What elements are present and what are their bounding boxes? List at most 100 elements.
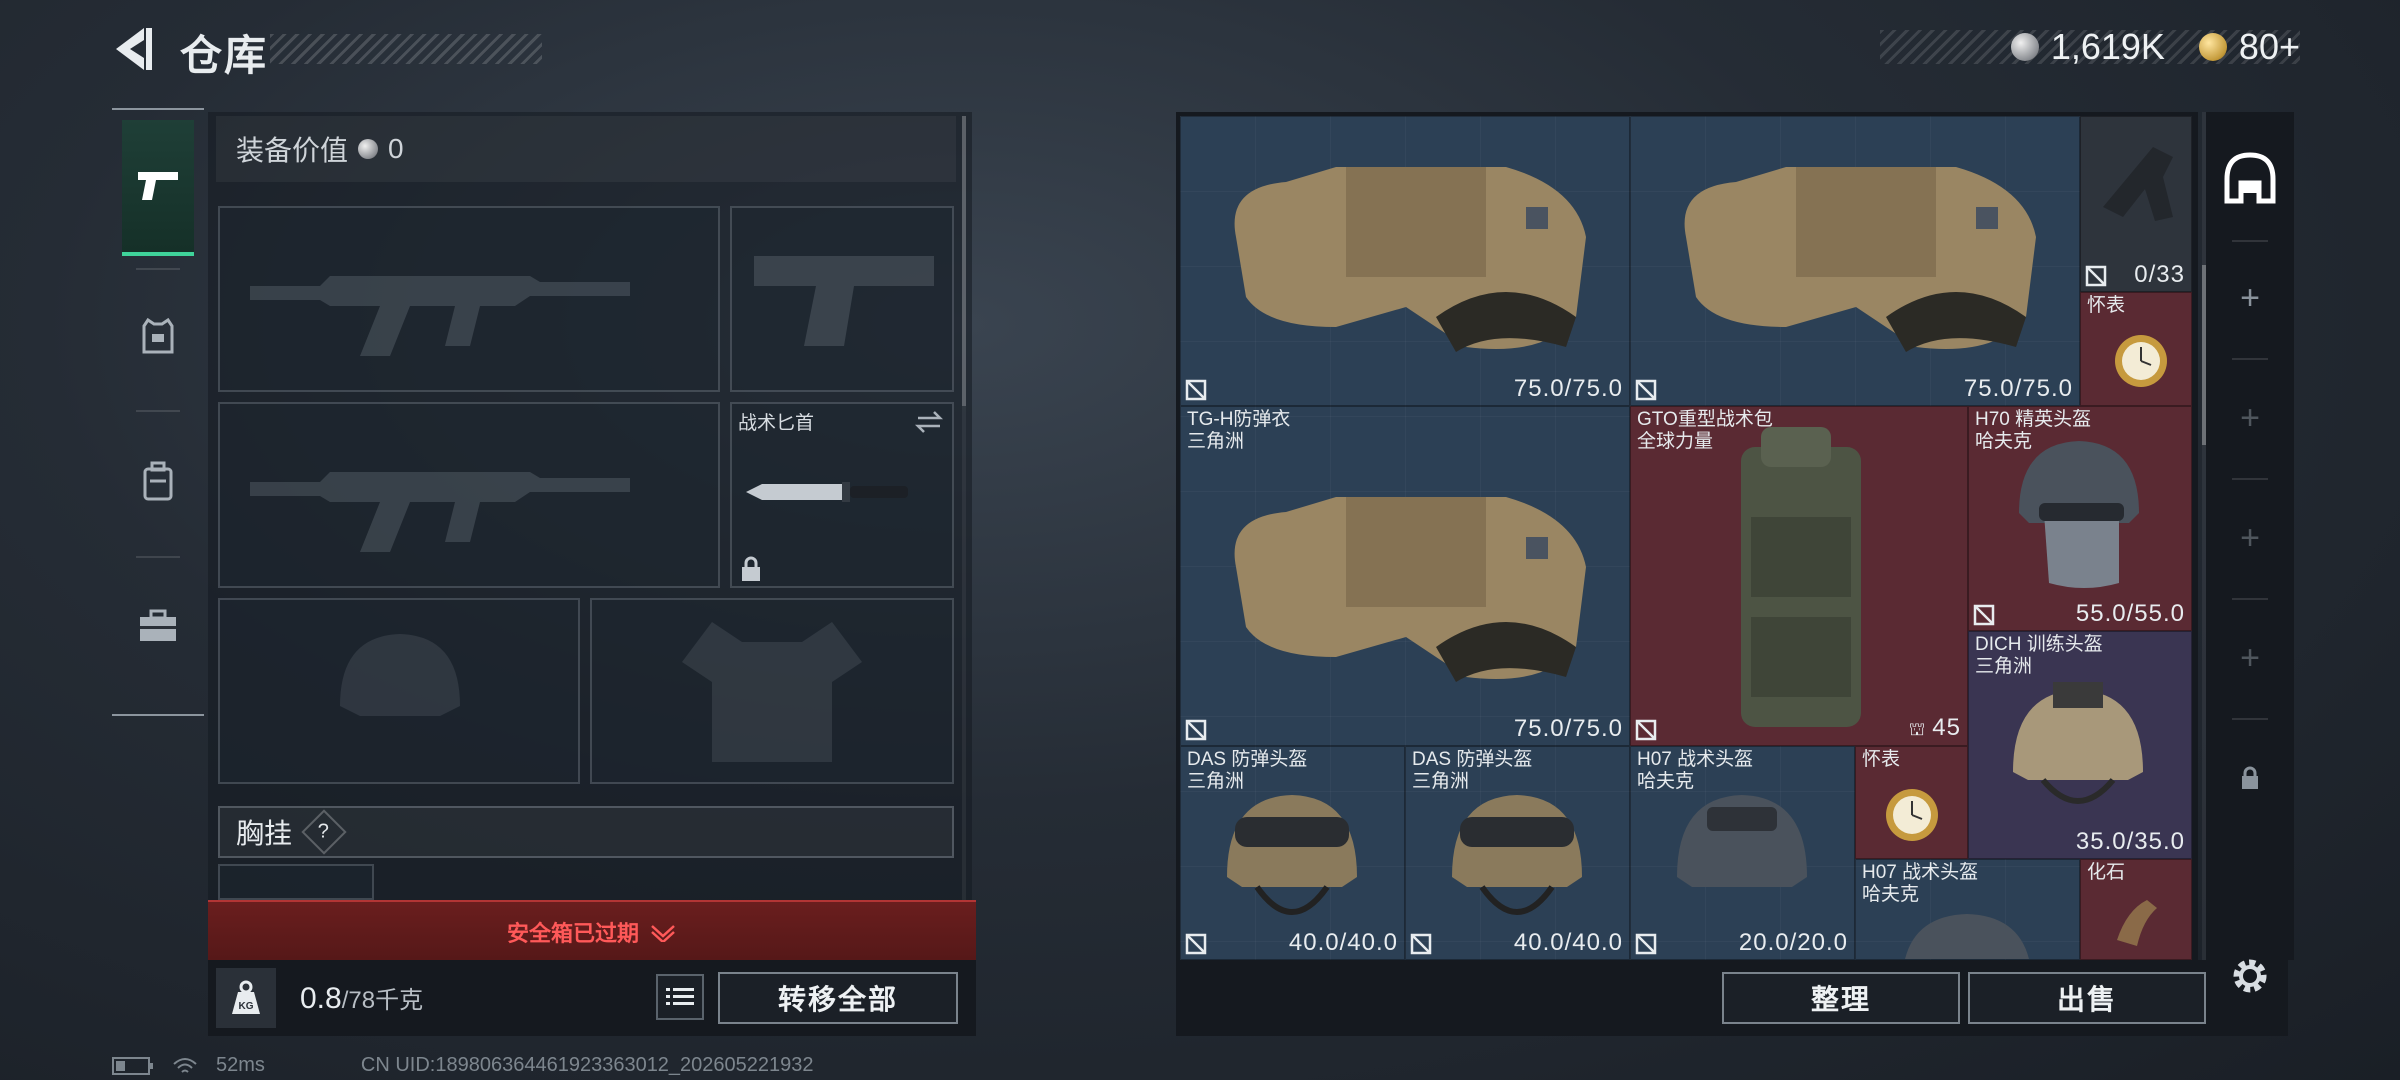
no-insure-icon	[1635, 933, 1657, 955]
storage-item[interactable]: 化石	[2080, 859, 2192, 960]
gear-icon	[2233, 959, 2267, 993]
back-arrow-icon	[116, 28, 152, 70]
silver-coin-icon	[2010, 33, 2039, 61]
silver-amount: 1,619K	[2050, 26, 2165, 67]
storage-item[interactable]: 怀表	[1855, 746, 1968, 859]
pistol-item-icon	[2103, 147, 2173, 221]
storage-item[interactable]: DAS 防弹头盔 三角洲 40.0/40.0	[1405, 746, 1630, 960]
backpack-capacity-icon: ⛫	[1908, 719, 1933, 739]
tab-weapons[interactable]	[122, 120, 194, 256]
battery-icon	[112, 1056, 153, 1075]
storage-item[interactable]: H07 战术头盔 哈夫克	[1855, 859, 2080, 960]
equipment-scroll-thumb[interactable]	[962, 116, 966, 406]
sell-button[interactable]: 出售	[1968, 972, 2206, 1024]
plus-icon: +	[2240, 518, 2260, 557]
item-name: 怀表	[2087, 295, 2126, 316]
pistol-slot[interactable]	[730, 206, 954, 392]
no-insure-icon	[1973, 604, 1995, 626]
helmet-item-icon	[1677, 795, 1807, 887]
storage-item[interactable]: 75.0/75.0	[1630, 116, 2080, 406]
svg-text:KG: KG	[239, 1001, 254, 1012]
vest-icon	[1234, 497, 1586, 682]
tab-backpack[interactable]	[122, 416, 194, 548]
item-name: 怀表	[1862, 749, 1901, 770]
storage-item[interactable]: TG-H防弹衣 三角洲 75.0/75.0	[1180, 406, 1630, 746]
item-durability: 75.0/75.0	[1513, 375, 1623, 402]
primary-weapon-slot[interactable]	[218, 206, 720, 392]
storage-item[interactable]: H07 战术头盔 哈夫克 20.0/20.0	[1630, 746, 1855, 960]
organize-button[interactable]: 整理	[1722, 972, 1960, 1024]
secondary-weapon-slot[interactable]	[218, 402, 720, 588]
knife-icon	[746, 482, 908, 502]
chest-rig-header: 胸挂 ?	[218, 806, 954, 858]
add-page-button[interactable]: +	[2220, 628, 2280, 688]
plus-icon: +	[2240, 638, 2260, 677]
chest-rig-label: 胸挂	[236, 818, 293, 849]
armor-silhouette-icon	[682, 622, 862, 762]
equipment-value: 装备价值 0	[216, 116, 956, 182]
helmet-item-icon	[1452, 795, 1582, 915]
chest-rig-slot[interactable]	[218, 864, 374, 900]
helmet-item-icon	[2019, 441, 2139, 588]
backpack-icon	[143, 461, 173, 501]
weight-max: /78千克	[341, 987, 424, 1014]
safehouse-tab[interactable]	[2220, 148, 2280, 208]
no-insure-icon	[1635, 719, 1657, 741]
add-page-button[interactable]: +	[2220, 388, 2280, 448]
item-name: TG-H防弹衣 三角洲	[1187, 409, 1291, 452]
safehouse-icon	[2224, 152, 2276, 204]
uid-readout: CN UID:1898063644619233630​12_2026052219…	[360, 1054, 814, 1076]
pistol-silhouette-icon	[754, 256, 934, 346]
no-insure-icon	[1185, 719, 1207, 741]
storage-item[interactable]: H70 精英头盔 哈夫克 55.0/55.0	[1968, 406, 2192, 631]
add-page-button[interactable]: +	[2220, 508, 2280, 568]
item-durability: 75.0/75.0	[1513, 715, 1623, 742]
item-name: H07 战术头盔 哈夫克	[1862, 862, 1979, 905]
transfer-all-button[interactable]: 转移全部	[718, 972, 958, 1024]
tab-toolbox[interactable]	[122, 560, 194, 692]
settings-button[interactable]	[2220, 946, 2280, 1006]
no-insure-icon	[1185, 933, 1207, 955]
locked-page[interactable]	[2220, 748, 2280, 808]
storage-item[interactable]: DAS 防弹头盔 三角洲 40.0/40.0	[1180, 746, 1405, 960]
storage-item[interactable]: 75.0/75.0	[1180, 116, 1630, 406]
safe-box-expired-banner[interactable]: 安全箱已过期	[208, 900, 976, 962]
list-view-button[interactable]	[656, 974, 704, 1020]
vest-icon	[1234, 167, 1586, 352]
backpack-item-icon	[1741, 427, 1861, 727]
melee-slot-label: 战术匕首	[738, 413, 815, 434]
item-ammo-count: 0/33	[2134, 261, 2185, 288]
storage-grid[interactable]: 75.0/75.0 75.0/75.0 0/33 怀表 TG-H防弹衣三角洲	[1180, 116, 2192, 960]
chevron-down-icon	[651, 925, 675, 942]
ping-readout: 52ms	[216, 1054, 265, 1076]
armor-icon	[142, 317, 174, 354]
no-insure-icon	[1410, 933, 1432, 955]
storage-item[interactable]: GTO重型战术包 全球力量 ⛫ 45	[1630, 406, 1968, 746]
weight-readout: 0.8/78千克	[300, 980, 423, 1016]
swap-icon[interactable]	[914, 410, 944, 434]
safe-box-expired-text: 安全箱已过期	[506, 921, 639, 946]
pistol-icon	[138, 172, 178, 200]
storage-item[interactable]: 0/33	[2080, 116, 2192, 292]
item-durability: 40.0/40.0	[1288, 929, 1398, 956]
gold-amount[interactable]: 80+	[2239, 26, 2300, 68]
armor-slot[interactable]	[590, 598, 954, 784]
item-durability: 40.0/40.0	[1513, 929, 1623, 956]
status-bar: 52ms CN UID:1898063644619233630​12_20260…	[112, 1054, 814, 1077]
melee-slot[interactable]: 战术匕首	[730, 402, 954, 588]
back-button[interactable]	[110, 24, 158, 74]
title-decoration	[270, 34, 542, 64]
item-durability: 35.0/35.0	[2075, 828, 2185, 855]
item-name: 化石	[2087, 862, 2126, 883]
lock-icon	[2242, 766, 2258, 789]
helmet-slot[interactable]	[218, 598, 580, 784]
page-title: 仓库	[180, 32, 269, 79]
wifi-icon	[173, 1057, 197, 1073]
storage-item[interactable]: DICH 训练头盔 三角洲 35.0/35.0	[1968, 631, 2192, 859]
add-page-button[interactable]: +	[2220, 268, 2280, 328]
fossil-icon	[2117, 900, 2157, 946]
storage-item[interactable]: 怀表	[2080, 292, 2192, 406]
item-durability: 20.0/20.0	[1738, 929, 1848, 956]
tab-armor[interactable]	[122, 270, 194, 402]
chest-help-icon[interactable]: ?	[301, 809, 347, 855]
